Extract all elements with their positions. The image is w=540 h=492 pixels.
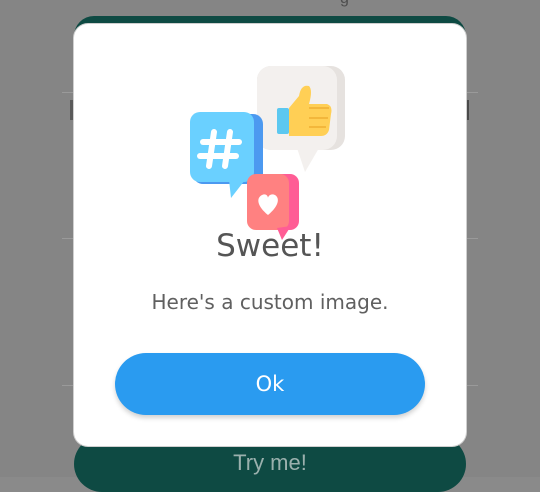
alert-dialog: Sweet! Here's a custom image. Ok bbox=[74, 24, 466, 446]
thumbs-up-bubble-icon bbox=[257, 66, 345, 172]
background-top-text: g bbox=[340, 0, 349, 8]
social-media-icon bbox=[190, 66, 345, 240]
ok-button[interactable]: Ok bbox=[115, 353, 425, 415]
dialog-message: Here's a custom image. bbox=[151, 290, 389, 314]
dialog-title: Sweet! bbox=[216, 228, 324, 264]
